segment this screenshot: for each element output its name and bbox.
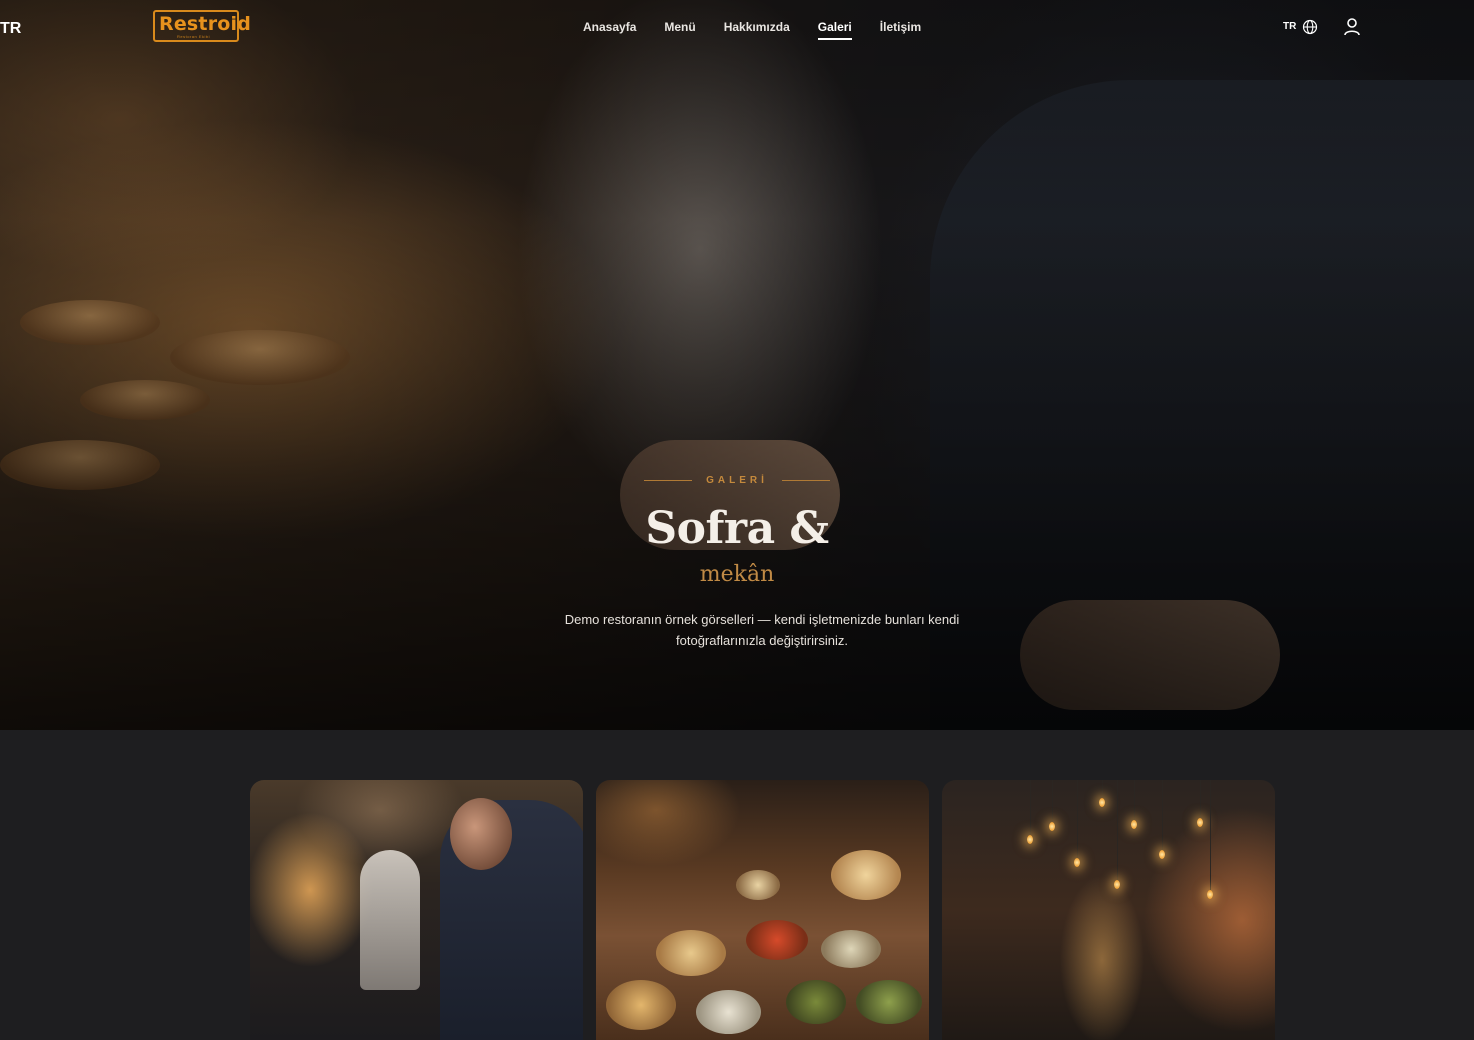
hero-section: Restroid Restoran Ekibi Anasayfa Menü Ha… — [0, 0, 1474, 730]
plate-decor — [656, 930, 726, 976]
lamp-bulb-decor — [1099, 798, 1105, 807]
lamp-bulb-decor — [1049, 822, 1055, 831]
user-icon[interactable] — [1343, 17, 1361, 36]
lamp-wire — [1162, 780, 1163, 850]
kitchen-chef-head-decor — [450, 798, 512, 870]
language-selector[interactable]: TR — [1283, 21, 1296, 32]
gallery-card-kitchen[interactable] — [250, 780, 583, 1040]
nav-item-contact[interactable]: İletişim — [880, 20, 921, 34]
lamp-bulb-decor — [1114, 880, 1120, 889]
lamp-bulb-decor — [1207, 890, 1213, 899]
plate-decor — [821, 930, 881, 968]
plate-decor — [786, 980, 846, 1024]
hero-title: Sofra & — [645, 503, 829, 554]
main-menu: Anasayfa Menü Hakkımızda Galeri İletişim — [583, 20, 921, 40]
lamp-wire — [1134, 780, 1135, 820]
plate-decor — [606, 980, 676, 1030]
lamp-wire — [1052, 780, 1053, 822]
kitchen-cook-decor — [360, 850, 420, 990]
nav-item-menu[interactable]: Menü — [664, 20, 695, 34]
lamp-bulb-decor — [1159, 850, 1165, 859]
gallery-grid — [250, 780, 1275, 1040]
lamp-wire — [1117, 780, 1118, 880]
brand-tagline: Restoran Ekibi — [177, 34, 211, 39]
globe-icon[interactable] — [1302, 19, 1318, 35]
nav-item-gallery[interactable]: Galeri — [817, 20, 852, 40]
lamp-bulb-decor — [1074, 858, 1080, 867]
gallery-card-table[interactable] — [596, 780, 929, 1040]
nav-item-about[interactable]: Hakkımızda — [724, 20, 790, 34]
lamp-bulb-decor — [1027, 835, 1033, 844]
plate-decor — [696, 990, 761, 1034]
plate-decor — [736, 870, 780, 900]
eyebrow-left-line — [644, 480, 693, 481]
brand-logo[interactable]: Restroid Restoran Ekibi — [153, 10, 251, 42]
lamp-wire — [1077, 780, 1078, 858]
interior-photo — [942, 780, 1275, 1040]
brand-logo-text: Restroid — [159, 13, 252, 35]
nav-item-home[interactable]: Anasayfa — [583, 20, 636, 34]
hero-eyebrow-wrap: GALERİ — [0, 468, 1474, 486]
lamp-bulb-decor — [1131, 820, 1137, 829]
top-navigation: Restroid Restoran Ekibi Anasayfa Menü Ha… — [0, 0, 1474, 56]
hero-eyebrow-text: GALERİ — [706, 475, 768, 486]
hero-subtitle: mekân — [699, 562, 775, 587]
eyebrow-right-line — [781, 480, 830, 481]
lamp-wire — [1200, 780, 1201, 818]
bread-basket-decor — [831, 850, 901, 900]
lamp-wire — [1102, 780, 1103, 798]
plate-decor — [746, 920, 808, 960]
hero-eyebrow: GALERİ — [644, 475, 830, 486]
lamp-bulb-decor — [1197, 818, 1203, 827]
lamp-wire — [1030, 780, 1031, 835]
plate-decor — [856, 980, 922, 1024]
gallery-card-interior[interactable] — [942, 780, 1275, 1040]
hero-description: Demo restoranın örnek görselleri — kendi… — [564, 612, 960, 648]
lamp-wire — [1210, 780, 1211, 890]
language-flag[interactable]: TR — [0, 20, 21, 38]
